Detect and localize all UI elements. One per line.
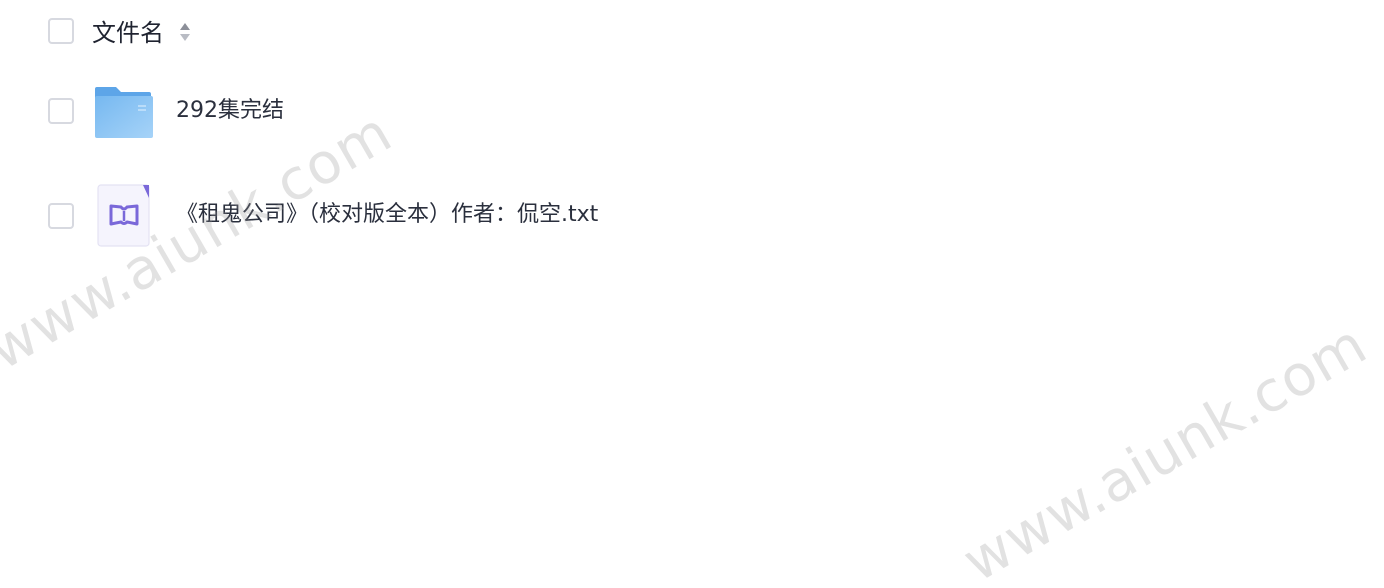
watermark-text: www.aiunk.com bbox=[952, 311, 1378, 588]
folder-icon[interactable] bbox=[94, 86, 154, 140]
row-checkbox[interactable] bbox=[48, 98, 74, 124]
select-all-checkbox[interactable] bbox=[48, 18, 74, 44]
row-checkbox[interactable] bbox=[48, 203, 74, 229]
sort-up-down-icon[interactable] bbox=[178, 20, 192, 44]
file-name-txt[interactable]: 《租鬼公司》（校对版全本）作者：侃空.txt bbox=[176, 200, 598, 230]
watermark-text: www.aiunk.com bbox=[0, 99, 403, 384]
column-header-filename[interactable]: 文件名 bbox=[92, 16, 164, 50]
file-list-page: 文件名 292集完结 《租鬼公司》（校对版全本）作者：侃空.txt www.ai… bbox=[0, 0, 1384, 588]
text-file-book-icon[interactable] bbox=[97, 184, 151, 248]
file-name-folder[interactable]: 292集完结 bbox=[176, 96, 284, 126]
